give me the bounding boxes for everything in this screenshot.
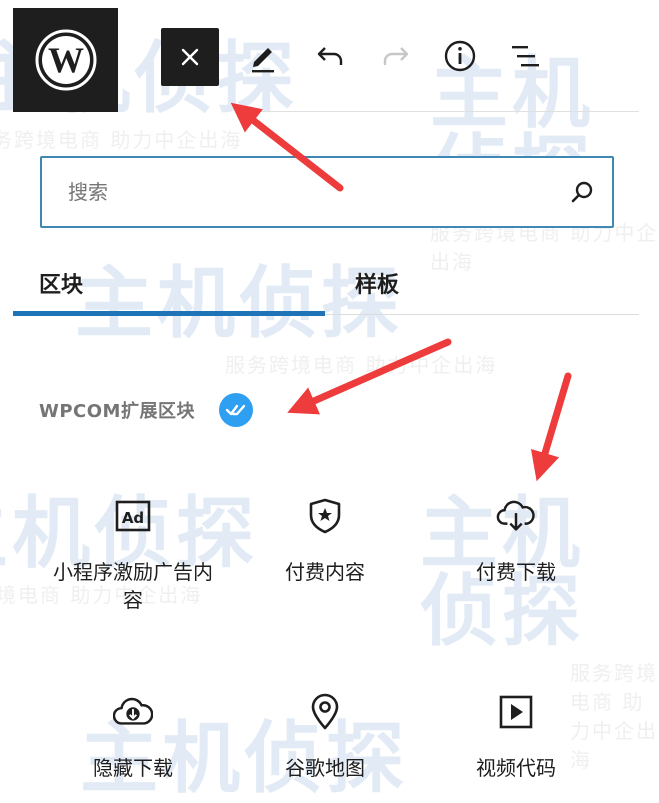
map-pin-icon xyxy=(305,692,345,732)
wordpress-logo-button[interactable]: W xyxy=(13,8,118,112)
block-category-heading: WPCOM扩展区块 xyxy=(39,393,253,427)
details-button[interactable] xyxy=(440,36,480,76)
toolbar-divider xyxy=(240,111,639,112)
tab-patterns[interactable]: 样板 xyxy=(355,252,399,314)
block-item-hidden-download[interactable]: 隐藏下载 xyxy=(38,692,228,782)
wpcom-badge-icon xyxy=(218,393,253,427)
list-view-icon xyxy=(512,46,539,67)
inserter-tabs: 区块 样板 xyxy=(13,252,639,318)
redo-button[interactable] xyxy=(376,36,416,76)
watermark-tagline: 服务跨境电商 助力中企出海 xyxy=(225,353,498,377)
block-item-label: 小程序激励广告内容 xyxy=(53,560,213,612)
block-item-label: 付费下载 xyxy=(476,560,556,584)
block-item-label: 谷歌地图 xyxy=(285,756,365,780)
editor-toolbar: W xyxy=(0,0,659,112)
tab-blocks-label: 区块 xyxy=(39,273,84,298)
block-item-video-code[interactable]: 视频代码 xyxy=(421,692,611,782)
block-item-paid-download[interactable]: 付费下载 xyxy=(421,496,611,586)
pen-icon xyxy=(252,48,274,73)
tab-patterns-label: 样板 xyxy=(355,273,400,298)
info-icon xyxy=(444,40,476,72)
double-check-icon xyxy=(225,404,246,416)
tools-button[interactable] xyxy=(242,36,282,76)
close-inserter-button[interactable] xyxy=(161,28,219,86)
svg-text:Ad: Ad xyxy=(122,509,144,527)
search-icon xyxy=(571,181,593,203)
block-item-label: 视频代码 xyxy=(476,756,556,780)
cloud-download-icon xyxy=(496,496,536,536)
block-item-google-map[interactable]: 谷歌地图 xyxy=(230,692,420,782)
block-search-input[interactable] xyxy=(42,158,552,226)
video-play-icon xyxy=(496,692,536,732)
block-inserter-page: 主机侦探 服务跨境电商 助力中企出海 主机侦探 服务跨境电商 助力中企出海 主机… xyxy=(0,0,659,803)
block-item-label: 隐藏下载 xyxy=(93,756,173,780)
undo-icon xyxy=(317,47,343,65)
tab-blocks[interactable]: 区块 xyxy=(39,252,83,314)
wordpress-icon: W xyxy=(35,29,96,91)
cloud-download-filled-icon xyxy=(113,692,153,732)
active-tab-indicator xyxy=(13,311,325,316)
watermark-tagline: 服务跨境电商 助力中企出海 xyxy=(0,128,243,152)
undo-button[interactable] xyxy=(310,36,350,76)
close-icon xyxy=(181,48,199,66)
block-item-ad-content[interactable]: Ad 小程序激励广告内容 xyxy=(38,496,228,614)
tabs-divider xyxy=(325,314,639,315)
block-item-label: 付费内容 xyxy=(285,560,365,584)
wordpress-logo-letter: W xyxy=(48,40,84,80)
block-item-paid-content[interactable]: 付费内容 xyxy=(230,496,420,586)
category-label: WPCOM扩展区块 xyxy=(39,401,195,422)
search-button[interactable] xyxy=(552,178,612,206)
list-view-button[interactable] xyxy=(505,36,545,76)
annotation-arrow-download xyxy=(530,372,572,482)
annotation-arrow-category xyxy=(287,338,452,415)
block-search xyxy=(40,156,614,228)
ad-icon: Ad xyxy=(113,496,153,536)
redo-icon xyxy=(383,47,409,65)
shield-star-icon xyxy=(305,496,345,536)
